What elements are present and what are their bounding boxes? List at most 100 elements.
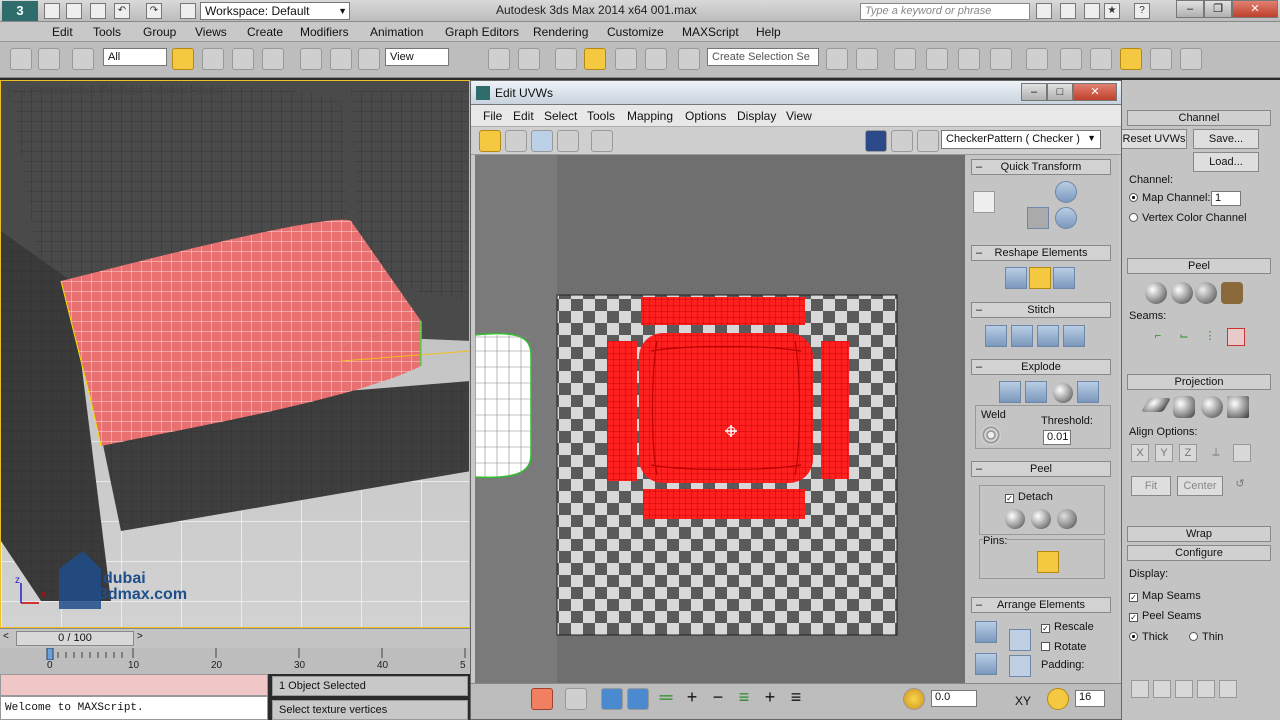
uvw-menu-mapping[interactable]: Mapping: [627, 109, 673, 123]
edge-subobject-icon[interactable]: [505, 688, 527, 710]
weld-selected-icon[interactable]: [1007, 425, 1029, 447]
edge-sel-to-seams-icon[interactable]: ⋮: [1201, 328, 1219, 346]
pelt-map-icon[interactable]: [1221, 282, 1243, 304]
view-align-icon[interactable]: [1233, 444, 1251, 462]
menu-create[interactable]: Create: [247, 25, 283, 39]
timeslider-mode-icon[interactable]: [1131, 680, 1149, 698]
render-setup-icon[interactable]: [1060, 48, 1082, 70]
pin-icon[interactable]: [987, 551, 1009, 573]
mirror-icon[interactable]: [826, 48, 848, 70]
move-uv-icon[interactable]: [479, 130, 501, 152]
set-pivot-icon[interactable]: [973, 191, 995, 213]
angle-snap-icon[interactable]: [615, 48, 637, 70]
menu-customize[interactable]: Customize: [607, 25, 664, 39]
scale-uv-icon[interactable]: [531, 130, 553, 152]
break-icon[interactable]: [973, 381, 995, 403]
thick-radio[interactable]: Thick: [1129, 631, 1168, 643]
menu-views[interactable]: Views: [195, 25, 227, 39]
pack-together-icon[interactable]: [975, 653, 997, 675]
window-crossing-icon[interactable]: [262, 48, 284, 70]
threshold-spinner[interactable]: 0.01: [1043, 430, 1071, 445]
rectangular-selection-icon[interactable]: [232, 48, 254, 70]
activeshade-icon[interactable]: [1180, 48, 1202, 70]
texture-dropdown[interactable]: CheckerPattern ( Checker ) ▼: [941, 130, 1101, 149]
align-icon[interactable]: [856, 48, 878, 70]
show-end-result-icon[interactable]: [1153, 680, 1171, 698]
app-logo-icon[interactable]: 3: [2, 1, 38, 21]
detach-checkbox[interactable]: ✓ Detach: [1005, 491, 1053, 503]
unpin-icon[interactable]: [1013, 551, 1035, 573]
curve-editor-icon[interactable]: [958, 48, 980, 70]
enlarge-brush-icon[interactable]: [837, 688, 859, 710]
menu-tools[interactable]: Tools: [93, 25, 121, 39]
uvw-menu-view[interactable]: View: [786, 109, 812, 123]
uvw-title-bar[interactable]: Edit UVWs – □ ✕: [471, 81, 1121, 105]
uv-editor-canvas[interactable]: [475, 155, 965, 683]
bind-space-warp-icon[interactable]: [72, 48, 94, 70]
relax-icon[interactable]: [1029, 267, 1051, 289]
reset-peel-icon[interactable]: [1057, 509, 1077, 529]
pack-custom-icon[interactable]: [1009, 629, 1031, 651]
help-button[interactable]: ?: [1134, 3, 1150, 19]
rotate-plus-90-icon[interactable]: [1055, 181, 1077, 203]
grow-ring-icon[interactable]: +: [681, 688, 703, 710]
restore-button[interactable]: ❐: [1204, 0, 1232, 18]
menu-modifiers[interactable]: Modifiers: [300, 25, 349, 39]
ring-icon[interactable]: ═: [655, 688, 677, 710]
selection-filter-dropdown[interactable]: All: [103, 48, 167, 66]
align-vertical-icon[interactable]: [1031, 181, 1053, 203]
auto-pin-moved-icon[interactable]: [1037, 551, 1059, 573]
uvw-minimize-button[interactable]: –: [1021, 83, 1047, 101]
paint-select-icon[interactable]: [813, 688, 835, 710]
shrink-selection-icon[interactable]: [627, 688, 649, 710]
close-button[interactable]: ✕: [1232, 0, 1278, 18]
menu-group[interactable]: Group: [143, 25, 176, 39]
menu-animation[interactable]: Animation: [370, 25, 423, 39]
keyboard-shortcut-icon[interactable]: [555, 48, 577, 70]
menu-maxscript[interactable]: MAXScript: [682, 25, 739, 39]
uvw-close-button[interactable]: ✕: [1073, 83, 1117, 101]
material-editor-icon[interactable]: [1026, 48, 1048, 70]
uv-shell-offscreen[interactable]: [475, 332, 532, 479]
pack-settings-icon[interactable]: [1009, 655, 1031, 677]
mirror-uv-icon[interactable]: [591, 130, 613, 152]
menu-graph-editors[interactable]: Graph Editors: [445, 25, 519, 39]
menu-edit[interactable]: Edit: [52, 25, 73, 39]
communication-icon[interactable]: [1084, 3, 1100, 19]
fit-button[interactable]: Fit: [1131, 476, 1171, 496]
align-y-button[interactable]: Y: [1155, 444, 1173, 462]
rotate-uv-icon[interactable]: [505, 130, 527, 152]
limit-by-edges-icon[interactable]: [1047, 688, 1069, 710]
texture-list-icon[interactable]: [917, 130, 939, 152]
project-folder-icon[interactable]: [180, 3, 196, 19]
falloff-spinner[interactable]: 0.0: [931, 690, 977, 707]
reshape-elements-rollout[interactable]: – Reshape Elements: [971, 245, 1111, 261]
perspective-viewport[interactable]: [ + ] [Perspective ] [Realistic + Edged …: [0, 80, 470, 628]
map-channel-spinner[interactable]: 1: [1211, 191, 1241, 206]
load-button[interactable]: Load...: [1193, 152, 1259, 172]
relax-settings-icon[interactable]: [1053, 267, 1075, 289]
xy-label[interactable]: XY: [1015, 694, 1031, 708]
select-manipulate-icon[interactable]: [518, 48, 540, 70]
reference-coordinate-dropdown[interactable]: View: [385, 48, 449, 66]
select-rotate-icon[interactable]: [330, 48, 352, 70]
reset-projection-icon[interactable]: ↺: [1231, 476, 1249, 494]
open-file-icon[interactable]: [66, 3, 82, 19]
grow-loop-icon[interactable]: +: [759, 688, 781, 710]
make-unique-icon[interactable]: [1175, 680, 1193, 698]
select-by-element-icon[interactable]: [565, 688, 587, 710]
peel-mode-icon[interactable]: [1031, 509, 1051, 529]
face-subobject-icon[interactable]: [531, 688, 553, 710]
shrink-brush-icon[interactable]: [861, 688, 883, 710]
snaps-toggle-icon[interactable]: [584, 48, 606, 70]
show-map-icon[interactable]: [865, 130, 887, 152]
soft-selection-icon[interactable]: [903, 688, 925, 710]
stitch-to-target-icon[interactable]: [985, 325, 1007, 347]
edge-select-seams-icon[interactable]: ⌐: [1149, 328, 1167, 346]
undo-icon[interactable]: ↶: [114, 3, 130, 19]
uv-shell-bottom[interactable]: [643, 489, 805, 519]
align-z-button[interactable]: Z: [1179, 444, 1197, 462]
new-file-icon[interactable]: [44, 3, 60, 19]
pivot-center-icon[interactable]: [488, 48, 510, 70]
box-map-icon[interactable]: [1227, 396, 1249, 418]
